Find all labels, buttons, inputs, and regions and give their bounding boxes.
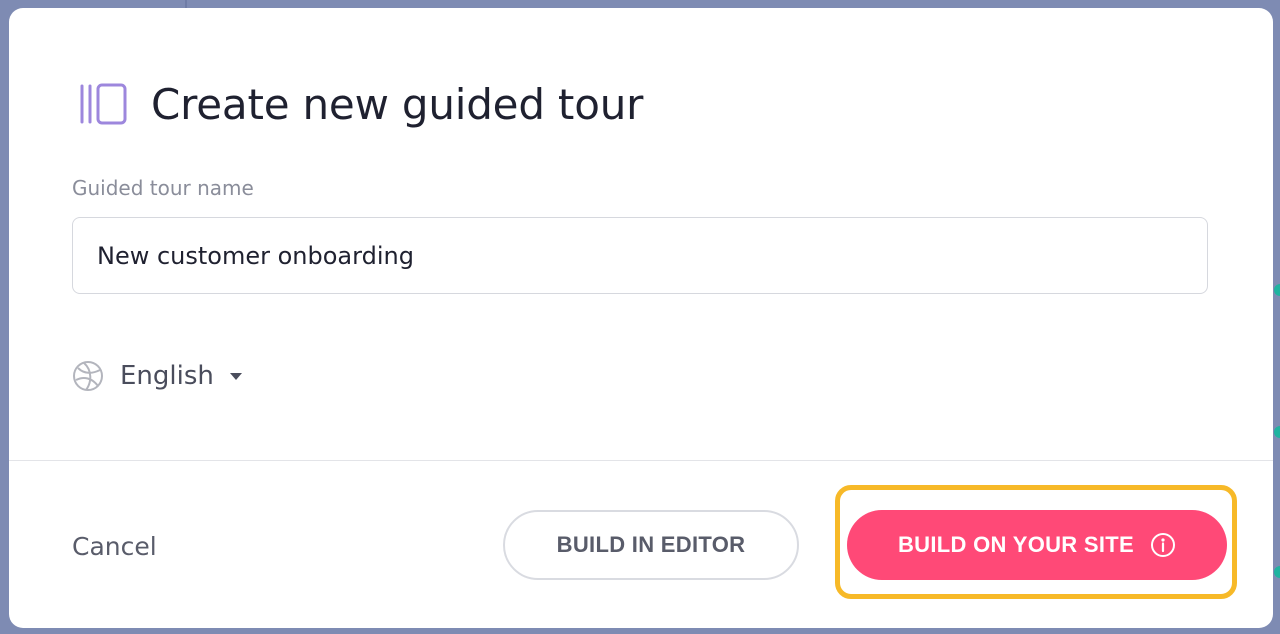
build-in-editor-button[interactable]: BUILD IN EDITOR (503, 510, 799, 580)
modal-title: Create new guided tour (151, 79, 644, 129)
cancel-button[interactable]: Cancel (72, 532, 157, 561)
backdrop-indicator (1274, 426, 1280, 438)
backdrop-indicator (1274, 284, 1280, 296)
info-icon (1150, 532, 1176, 558)
footer-divider (9, 460, 1273, 461)
build-on-your-site-button[interactable]: BUILD ON YOUR SITE (847, 510, 1227, 580)
backdrop-indicator (1274, 566, 1280, 578)
tour-name-input[interactable] (72, 217, 1208, 294)
create-tour-modal: Create new guided tour Guided tour name … (9, 8, 1273, 628)
tour-name-label: Guided tour name (72, 176, 254, 200)
chevron-down-icon (229, 372, 242, 380)
guided-tour-icon (79, 80, 131, 128)
globe-icon (72, 360, 104, 392)
modal-header: Create new guided tour (79, 72, 643, 136)
build-on-your-site-label: BUILD ON YOUR SITE (897, 532, 1134, 557)
language-selector[interactable]: English (72, 359, 242, 393)
language-label: English (120, 361, 214, 391)
